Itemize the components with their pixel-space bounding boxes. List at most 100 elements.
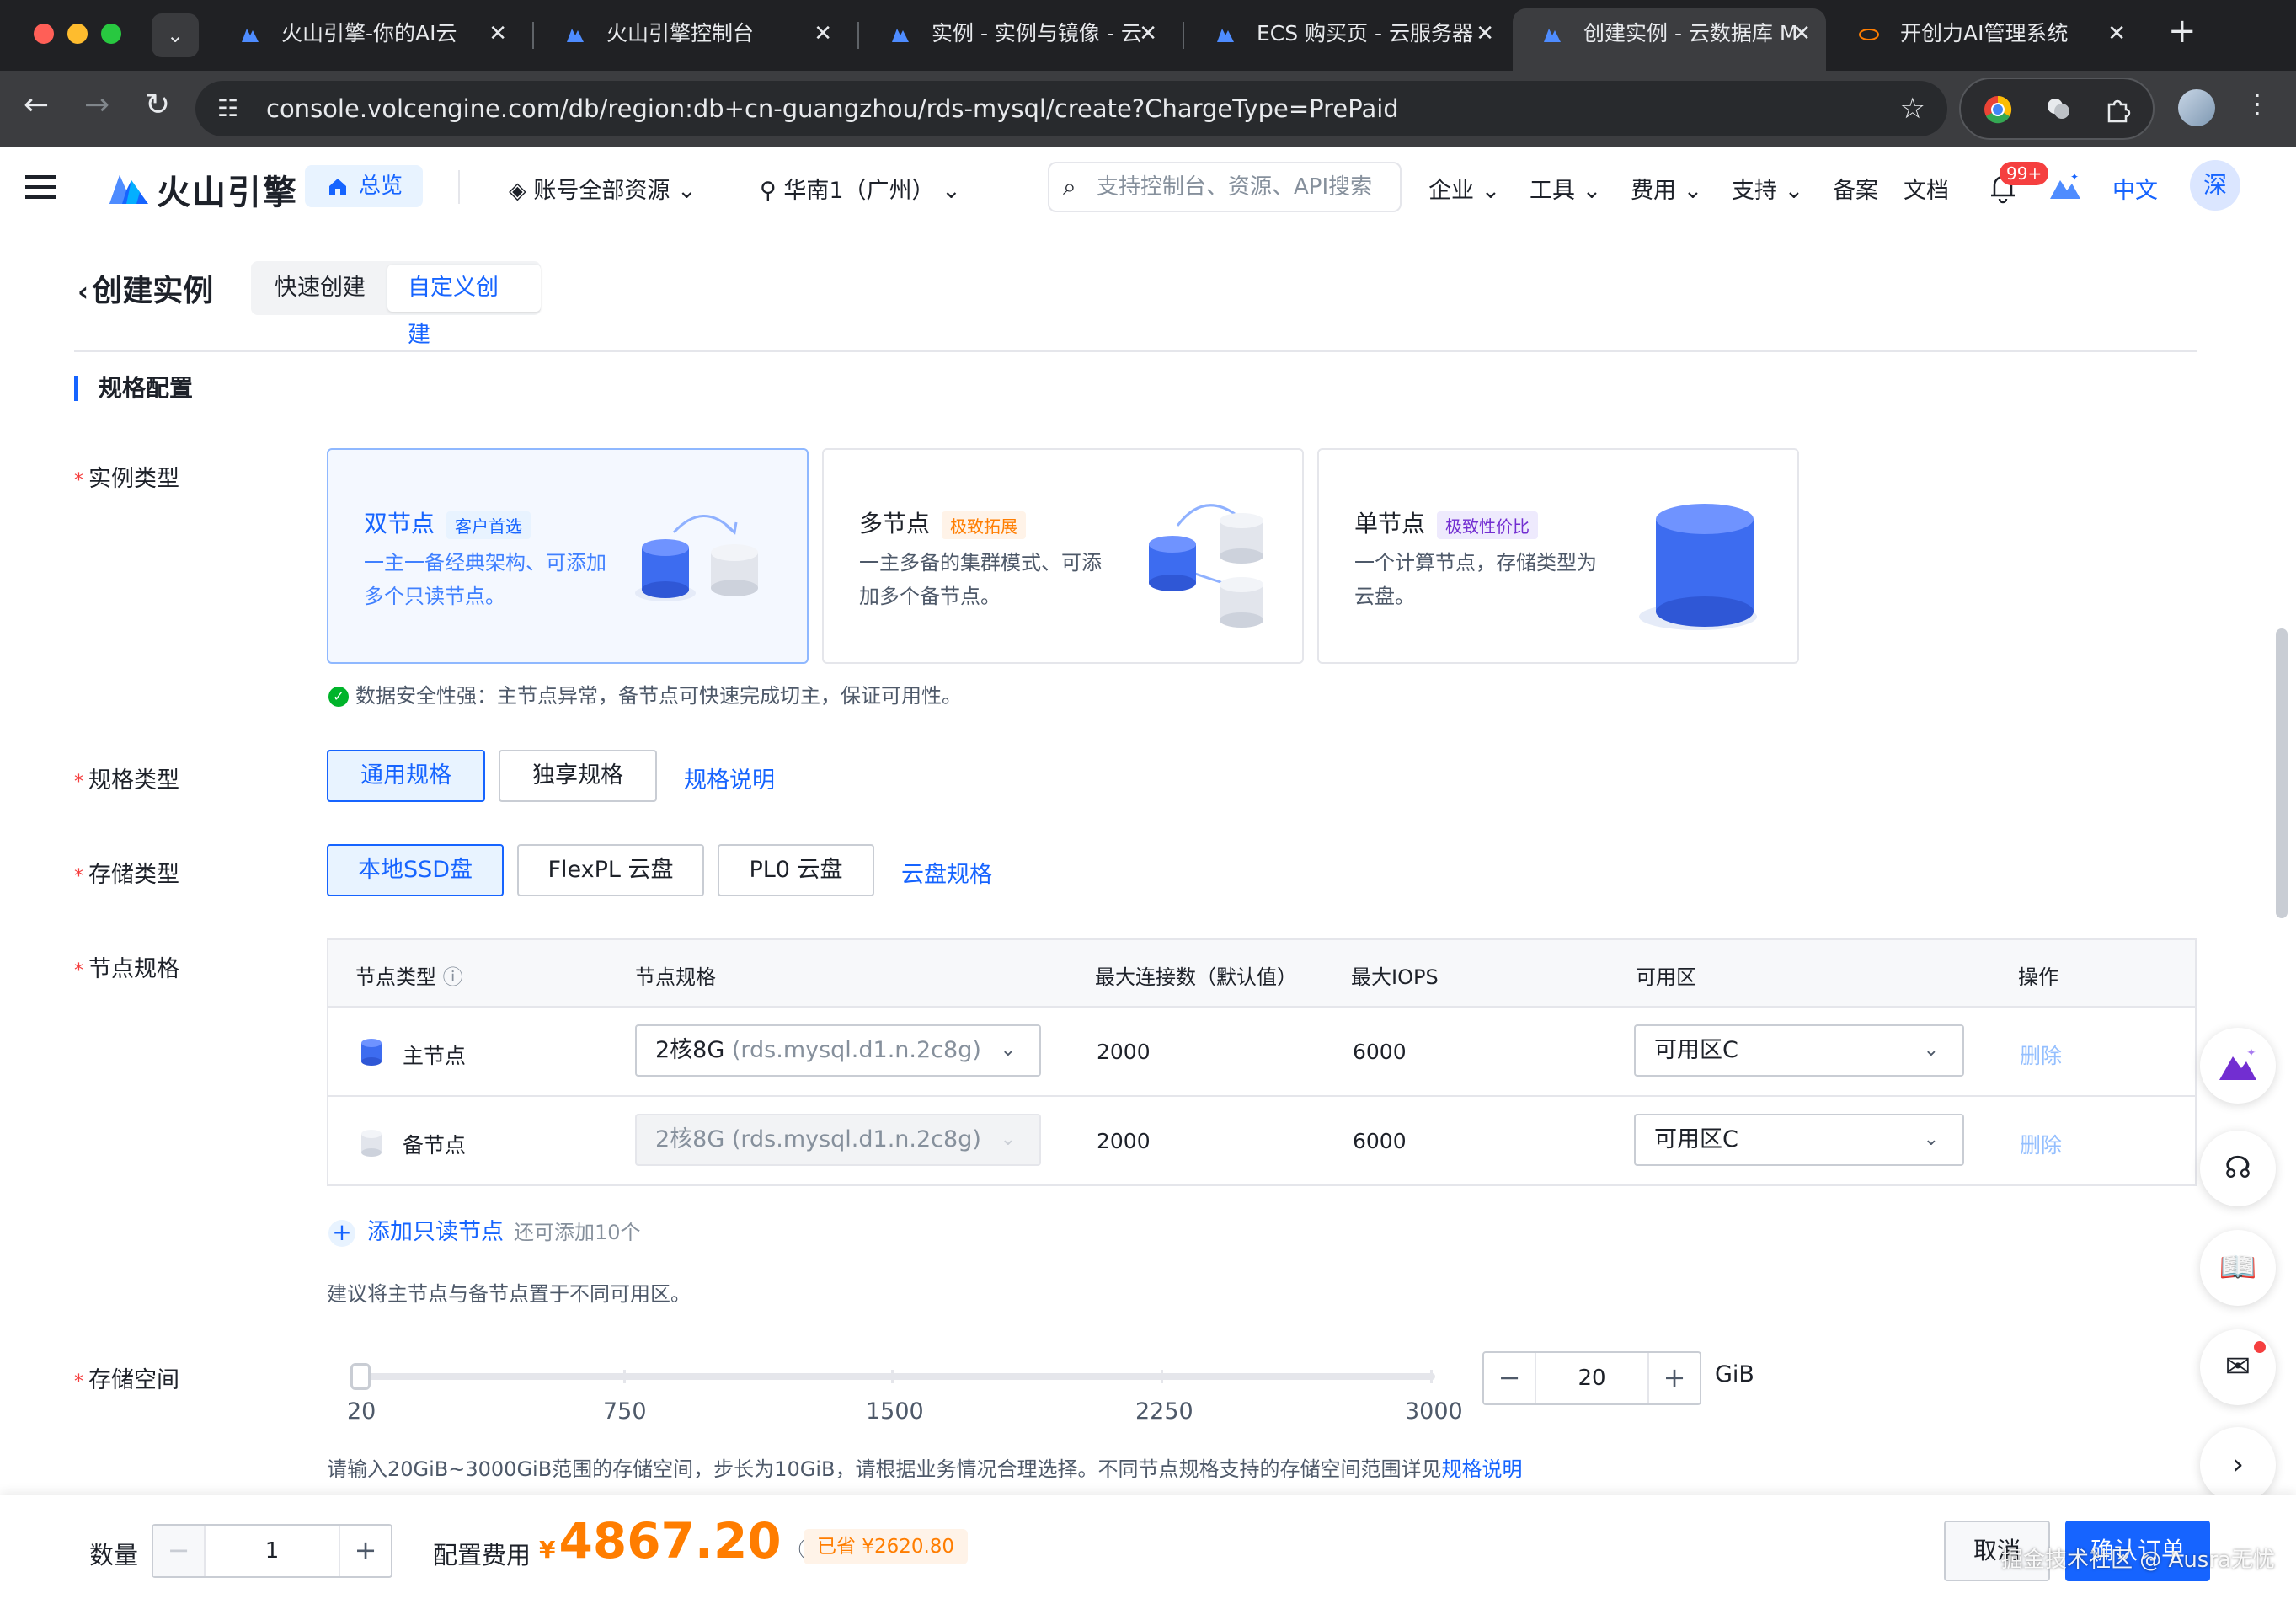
hamburger-menu-icon[interactable] — [25, 175, 56, 179]
decrement-button[interactable]: − — [1484, 1353, 1535, 1404]
spec-doc-link[interactable]: 规格说明 — [684, 762, 775, 794]
storage-value-input[interactable]: 20 — [1535, 1353, 1649, 1404]
puzzle-extensions-icon[interactable] — [2102, 94, 2133, 125]
nav-enterprise[interactable]: 企业 ⌄ — [1428, 172, 1500, 205]
feedback-float-button[interactable]: ✉ — [2200, 1329, 2276, 1405]
browser-tab-active[interactable]: 创建实例 - 云数据库 M ✕ — [1513, 8, 1826, 71]
search-placeholder: 支持控制台、资源、API搜索 — [1097, 174, 1373, 200]
profile-avatar[interactable] — [2178, 89, 2215, 126]
back-chevron-icon[interactable]: ‹ — [77, 275, 88, 307]
volcengine-logo-icon[interactable] — [108, 167, 150, 207]
region-dropdown[interactable]: ⚲ 华南1（广州） ⌄ — [760, 172, 961, 205]
nav-billing[interactable]: 费用 ⌄ — [1631, 172, 1702, 205]
storage-option-flexpl[interactable]: FlexPL 云盘 — [517, 844, 704, 896]
storage-option-pl0[interactable]: PL0 云盘 — [718, 844, 874, 896]
tab-close-icon[interactable]: ✕ — [814, 8, 832, 59]
card-description: 一主一备经典架构、可添加多个只读节点。 — [364, 551, 606, 608]
tab-search-chevron-icon[interactable]: ⌄ — [152, 13, 199, 57]
zone-select[interactable]: 可用区C ⌄ — [1634, 1024, 1964, 1077]
col-node-type: 节点类型 ⓘ — [355, 965, 463, 989]
delete-link[interactable]: 删除 — [2020, 1040, 2062, 1070]
chrome-extension-icon[interactable] — [1983, 94, 2013, 125]
chevron-right-icon: › — [2231, 1447, 2245, 1482]
add-readonly-node-button[interactable]: + 添加只读节点 还可添加10个 — [328, 1213, 641, 1247]
help-circle-icon[interactable]: ⓘ — [443, 965, 463, 989]
page-title: ‹ 创建实例 — [77, 274, 214, 308]
window-zoom-button[interactable] — [101, 24, 121, 44]
quantity-decrement-button[interactable]: − — [153, 1526, 204, 1576]
tab-close-icon[interactable]: ✕ — [1792, 8, 1811, 59]
ai-assistant-mountain-icon[interactable]: ✦ — [2048, 170, 2082, 202]
quantity-increment-button[interactable]: + — [340, 1526, 391, 1576]
nav-icp-filing[interactable]: 备案 — [1833, 172, 1878, 205]
expand-float-button[interactable]: › — [2200, 1427, 2276, 1503]
browser-tab[interactable]: 火山引擎控制台 ✕ — [536, 8, 847, 71]
total-price: ¥4867.20 ⓘ — [539, 1512, 822, 1569]
svg-text:✦: ✦ — [2246, 1046, 2256, 1060]
account-resource-dropdown[interactable]: ◈ 账号全部资源 ⌄ — [509, 172, 697, 205]
browser-tab[interactable]: 开创力AI管理系统 ✕ — [1829, 8, 2141, 71]
browser-tab[interactable]: 实例 - 实例与镜像 - 云 ✕ — [861, 8, 1172, 71]
ai-mountain-icon: ✦ — [2219, 1046, 2256, 1080]
cloud-disk-spec-link[interactable]: 云盘规格 — [901, 856, 992, 889]
spec-option-dedicated[interactable]: 独享规格 — [499, 750, 657, 802]
bookmark-star-icon[interactable]: ☆ — [1900, 81, 1925, 136]
slider-tick — [1161, 1370, 1163, 1383]
ai-system-favicon-icon — [1859, 29, 1879, 40]
quantity-input[interactable]: 1 — [204, 1526, 340, 1576]
window-close-button[interactable] — [34, 24, 54, 44]
tab-close-icon[interactable]: ✕ — [1476, 8, 1494, 59]
forward-arrow-icon[interactable]: → — [84, 88, 109, 122]
nav-docs[interactable]: 文档 — [1904, 172, 1949, 205]
storage-slider-handle[interactable] — [350, 1363, 371, 1390]
user-avatar[interactable]: 深 — [2190, 160, 2240, 211]
tab-custom-create[interactable]: 自定义创建 — [387, 265, 541, 348]
tab-close-icon[interactable]: ✕ — [489, 8, 507, 59]
section-title: 规格配置 — [74, 376, 193, 401]
ai-assistant-float-button[interactable]: ✦ — [2200, 1028, 2276, 1104]
tab-close-icon[interactable]: ✕ — [2107, 8, 2126, 59]
table-row: 备节点 2核8G (rds.mysql.d1.n.2c8g) ⌄ 2000 60… — [328, 1099, 2195, 1188]
docs-float-button[interactable]: 📖 — [2200, 1230, 2276, 1306]
ai-extension-icon[interactable] — [2043, 94, 2074, 125]
account-label: 账号全部资源 — [533, 178, 670, 204]
instance-card-single-node[interactable]: 单节点 极致性价比 一个计算节点，存储类型为云盘。 — [1317, 448, 1799, 664]
tab-close-icon[interactable]: ✕ — [1139, 8, 1157, 59]
console-search-input[interactable]: ⌕ 支持控制台、资源、API搜索 — [1048, 162, 1402, 212]
volcengine-favicon-icon — [1544, 29, 1561, 42]
storage-hint: 请输入20GiB~3000GiB范围的存储空间，步长为10GiB，请根据业务情况… — [327, 1457, 1523, 1481]
col-max-connections: 最大连接数（默认值） — [1095, 965, 1297, 989]
new-tab-plus-icon[interactable]: + — [2168, 12, 2197, 51]
zone-select[interactable]: 可用区C ⌄ — [1634, 1114, 1964, 1166]
page-scrollbar[interactable] — [2276, 628, 2288, 918]
create-mode-tabs: 快速创建 自定义创建 — [251, 261, 541, 348]
window-minimize-button[interactable] — [67, 24, 88, 44]
more-menu-icon[interactable]: ⋮ — [2244, 88, 2271, 120]
tab-quick-create[interactable]: 快速创建 — [254, 265, 386, 312]
reload-icon[interactable]: ↻ — [145, 88, 170, 122]
customer-service-float-button[interactable]: ☊ — [2200, 1131, 2276, 1206]
overview-button[interactable]: 总览 — [305, 165, 423, 207]
node-spec-select[interactable]: 2核8G (rds.mysql.d1.n.2c8g) ⌄ — [635, 1024, 1041, 1077]
nav-support[interactable]: 支持 ⌄ — [1732, 172, 1803, 205]
col-action: 操作 — [2018, 965, 2058, 989]
browser-tab[interactable]: 火山引擎-你的AI云 ✕ — [211, 8, 522, 71]
back-arrow-icon[interactable]: ← — [24, 88, 49, 122]
standby-node-db-icon — [361, 1130, 382, 1157]
region-label: 华南1（广州） — [783, 178, 935, 204]
nav-tools[interactable]: 工具 ⌄ — [1530, 172, 1601, 205]
instance-card-dual-node[interactable]: 双节点 客户首选 一主一备经典架构、可添加多个只读节点。 — [327, 448, 809, 664]
storage-slider-track[interactable] — [359, 1373, 1435, 1380]
storage-option-local-ssd[interactable]: 本地SSD盘 — [327, 844, 504, 896]
increment-button[interactable]: + — [1649, 1353, 1700, 1404]
storage-spec-link[interactable]: 规格说明 — [1441, 1457, 1522, 1481]
table-header: 节点类型 ⓘ 节点规格 最大连接数（默认值） 最大IOPS 可用区 操作 — [328, 940, 2195, 1008]
address-bar[interactable]: ☷ console.volcengine.com/db/region:db+cn… — [195, 81, 1947, 136]
site-settings-icon[interactable]: ☷ — [217, 81, 238, 136]
brand-name[interactable]: 火山引擎 — [157, 165, 298, 214]
spec-option-general[interactable]: 通用规格 — [327, 750, 485, 802]
browser-tab[interactable]: ECS 购买页 - 云服务器 ✕ — [1186, 8, 1509, 71]
instance-card-multi-node[interactable]: 多节点 极致拓展 一主多备的集群模式、可添加多个备节点。 — [822, 448, 1304, 664]
language-switch[interactable]: 中文 — [2112, 172, 2158, 205]
delete-link[interactable]: 删除 — [2020, 1129, 2062, 1159]
